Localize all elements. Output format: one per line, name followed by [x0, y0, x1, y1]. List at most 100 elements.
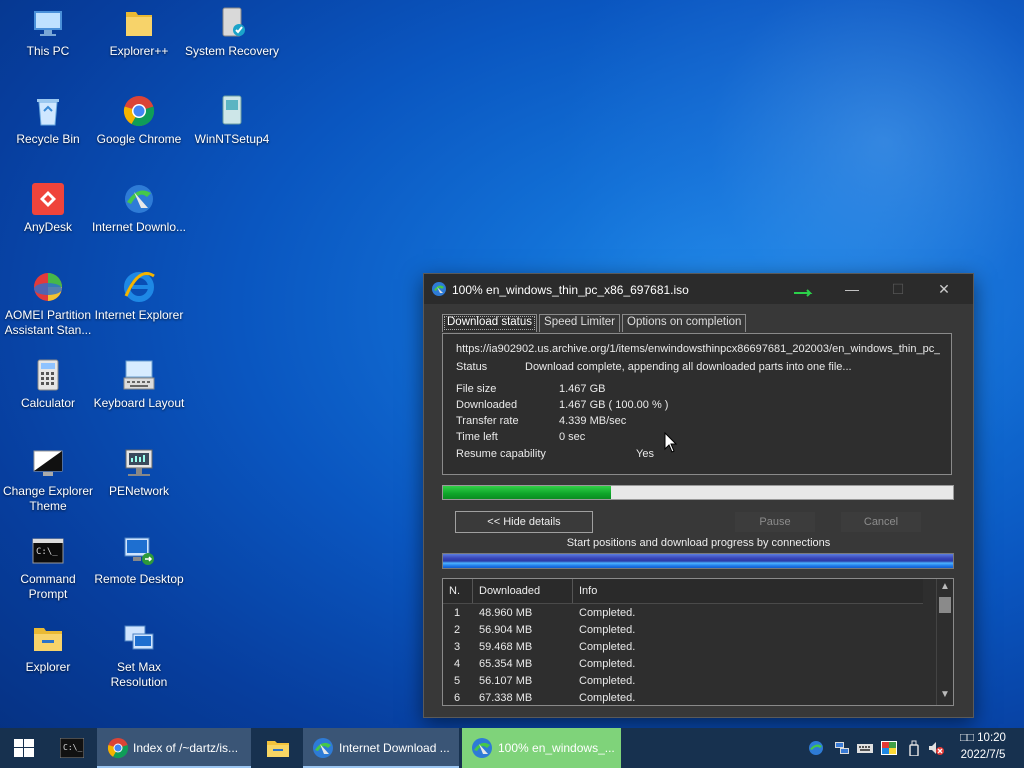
table-row[interactable]: 6 67.338 MB Completed. [443, 690, 923, 705]
table-header: N. Downloaded Info [443, 579, 923, 604]
change-explorer-theme-icon [33, 450, 63, 476]
transfer-rate-label: Transfer rate [456, 415, 519, 427]
this-pc-icon [34, 11, 62, 36]
close-button[interactable]: ✕ [921, 274, 967, 304]
desktop-shortcut-command-prompt[interactable]: C:\_ Command Prompt [0, 534, 96, 602]
desktop-shortcut-label: PENetwork [108, 484, 170, 498]
desktop-shortcut-internet-explorer[interactable]: Internet Explorer [91, 270, 187, 323]
penetwork-icon [125, 449, 153, 476]
download-progress-bar [442, 485, 954, 500]
desktop-shortcut-recycle-bin[interactable]: Recycle Bin [0, 94, 96, 147]
table-scrollbar[interactable]: ▲ ▼ [936, 579, 953, 705]
downloaded-label: Downloaded [456, 399, 518, 411]
desktop-shortcut-remote-desktop[interactable]: Remote Desktop [91, 534, 187, 587]
cell-downloaded: 48.960 MB [479, 607, 533, 619]
desktop-shortcut-label: Calculator [20, 396, 76, 410]
taskbar-download-progress-label: 100% en_windows_... [498, 741, 615, 755]
google-chrome-icon [123, 96, 155, 127]
aomei-partition-icon [34, 273, 62, 301]
keyboard-icon[interactable] [857, 740, 873, 756]
table-row[interactable]: 2 56.904 MB Completed. [443, 622, 923, 639]
file-size-label: File size [456, 383, 497, 395]
resume-capability-value: Yes [636, 448, 654, 460]
desktop-shortcut-explorer[interactable]: Explorer [0, 622, 96, 675]
network-icon[interactable] [834, 740, 850, 756]
tab-options-on-completion[interactable]: Options on completion [622, 314, 747, 332]
scroll-down-icon[interactable]: ▼ [937, 687, 953, 703]
hide-details-button[interactable]: << Hide details [455, 511, 593, 533]
tray-idm-icon[interactable] [808, 740, 824, 756]
scrollbar-thumb[interactable] [939, 597, 951, 613]
minimize-button[interactable]: — [829, 274, 875, 304]
connections-label: Start positions and download progress by… [566, 537, 831, 549]
cell-n: 2 [454, 624, 461, 636]
taskbar: C:\_ Index of /~dartz/is... Internet Dow… [0, 728, 1024, 768]
table-row[interactable]: 5 56.107 MB Completed. [443, 673, 923, 690]
cell-downloaded: 67.338 MB [479, 692, 533, 704]
taskbar-idm[interactable]: Internet Download ... [303, 728, 459, 768]
desktop-shortcut-winntsetup[interactable]: WinNTSetup4 [184, 94, 280, 147]
usb-drive-icon[interactable] [906, 740, 922, 756]
taskbar-download-progress[interactable]: 100% en_windows_... [462, 728, 621, 768]
keyboard-layout-icon [123, 360, 155, 390]
cell-n: 3 [454, 641, 461, 653]
dialog-titlebar[interactable]: 100% en_windows_thin_pc_x86_697681.iso —… [424, 274, 973, 304]
desktop-shortcut-aomei-partition[interactable]: AOMEI Partition Assistant Stan... [0, 270, 96, 338]
cell-info: Completed. [579, 675, 636, 687]
taskbar-chrome-label: Index of /~dartz/is... [133, 741, 239, 755]
scroll-up-icon[interactable]: ▲ [937, 579, 953, 595]
desktop-shortcut-system-recovery[interactable]: System Recovery [184, 6, 280, 59]
volume-muted-icon[interactable] [928, 740, 944, 756]
idm-icon [313, 738, 333, 758]
desktop-shortcut-label: Explorer [25, 660, 71, 674]
cell-downloaded: 56.904 MB [479, 624, 533, 636]
cell-info: Completed. [579, 641, 636, 653]
table-row[interactable]: 3 59.468 MB Completed. [443, 639, 923, 656]
cell-downloaded: 56.107 MB [479, 675, 533, 687]
desktop-shortcut-label: AnyDesk [23, 220, 73, 234]
clock-time: 10:20 [977, 732, 1006, 744]
explorer-plus-plus-icon [126, 12, 152, 36]
desktop-shortcut-this-pc[interactable]: This PC [0, 6, 96, 59]
taskbar-cmd[interactable]: C:\_ [48, 728, 96, 768]
desktop-shortcut-label: This PC [26, 44, 70, 58]
desktop-shortcut-anydesk[interactable]: AnyDesk [0, 182, 96, 235]
taskbar-chrome[interactable]: Index of /~dartz/is... [97, 728, 251, 768]
download-dialog: 100% en_windows_thin_pc_x86_697681.iso —… [423, 273, 974, 718]
set-max-resolution-icon [124, 625, 154, 650]
command-prompt-icon: C:\_ [60, 738, 84, 758]
desktop-shortcut-set-max-resolution[interactable]: Set Max Resolution [91, 622, 187, 690]
tab-speed-limiter[interactable]: Speed Limiter [539, 314, 620, 332]
connections-progress-bar [442, 553, 954, 569]
desktop-shortcut-penetwork[interactable]: PENetwork [91, 446, 187, 499]
calculator-icon [37, 359, 59, 391]
desktop-shortcut-change-explorer-theme[interactable]: Change Explorer Theme [0, 446, 96, 514]
desktop-shortcut-internet-download-manager[interactable]: Internet Downlo... [91, 182, 187, 235]
cell-info: Completed. [579, 607, 636, 619]
desktop-shortcut-label: Internet Explorer [94, 308, 184, 322]
desktop-shortcut-calculator[interactable]: Calculator [0, 358, 96, 411]
column-header-downloaded[interactable]: Downloaded [473, 579, 573, 603]
winntsetup-icon [222, 95, 242, 125]
column-header-info[interactable]: Info [573, 579, 923, 603]
desktop-shortcut-keyboard-layout[interactable]: Keyboard Layout [91, 358, 187, 411]
resume-capability-label: Resume capability [456, 448, 546, 460]
display-settings-icon[interactable] [881, 740, 897, 756]
cell-info: Completed. [579, 692, 636, 704]
mouse-cursor-icon [664, 432, 678, 453]
download-status-panel: https://ia902902.us.archive.org/1/items/… [442, 333, 952, 475]
folder-icon [267, 741, 289, 757]
table-row[interactable]: 4 65.354 MB Completed. [443, 656, 923, 673]
cancel-button: Cancel [841, 512, 921, 532]
desktop-shortcut-explorer-plus-plus[interactable]: Explorer++ [91, 6, 187, 59]
start-button[interactable] [0, 728, 48, 768]
tab-download-status[interactable]: Download status [442, 314, 538, 332]
table-row[interactable]: 1 48.960 MB Completed. [443, 605, 923, 622]
cell-info: Completed. [579, 624, 636, 636]
taskbar-idm-label: Internet Download ... [339, 741, 450, 755]
time-left-label: Time left [456, 431, 498, 443]
system-clock[interactable]: □□ 10:20 2022/7/5 [952, 730, 1014, 764]
taskbar-explorer[interactable] [256, 728, 300, 768]
desktop-shortcut-google-chrome[interactable]: Google Chrome [91, 94, 187, 147]
column-header-n[interactable]: N. [443, 579, 473, 603]
